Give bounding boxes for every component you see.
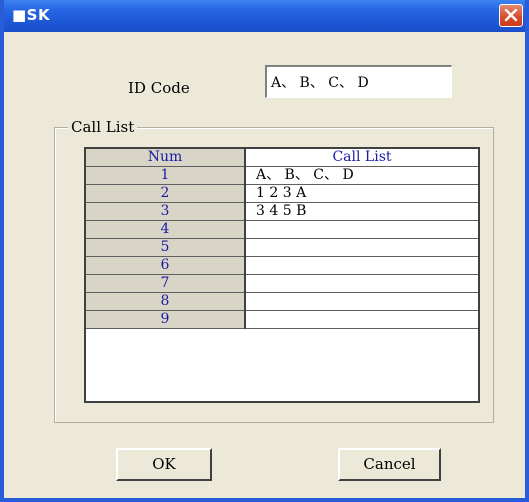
column-header-num[interactable]: Num xyxy=(86,149,246,167)
title-bar[interactable]: ■SK xyxy=(4,0,525,32)
row-call-cell[interactable]: A、 B、 C、 D xyxy=(245,166,478,185)
row-call-cell[interactable] xyxy=(245,310,478,329)
id-code-input[interactable] xyxy=(265,65,452,98)
table-row[interactable]: 7 xyxy=(86,274,478,293)
row-num-cell[interactable]: 9 xyxy=(86,310,246,329)
table-row[interactable]: 6 xyxy=(86,256,478,275)
table-row[interactable]: 2 1 2 3 A xyxy=(86,184,478,203)
call-list-grid[interactable]: Num Call List 1 A、 B、 C、 D 2 1 2 3 A 3 3… xyxy=(84,147,480,403)
row-num-cell[interactable]: 4 xyxy=(86,220,246,239)
row-call-cell[interactable] xyxy=(245,292,478,311)
table-row[interactable]: 3 3 4 5 B xyxy=(86,202,478,221)
row-num-cell[interactable]: 7 xyxy=(86,274,246,293)
table-row[interactable]: 4 xyxy=(86,220,478,239)
cancel-button[interactable]: Cancel xyxy=(338,448,441,481)
row-call-cell[interactable]: 3 4 5 B xyxy=(245,202,478,221)
table-row[interactable]: 1 A、 B、 C、 D xyxy=(86,166,478,185)
column-header-call-list[interactable]: Call List xyxy=(245,149,478,167)
row-num-cell[interactable]: 6 xyxy=(86,256,246,275)
close-icon xyxy=(504,9,518,22)
row-num-cell[interactable]: 8 xyxy=(86,292,246,311)
window-title: ■SK xyxy=(12,6,51,24)
call-list-group-title: Call List xyxy=(68,118,138,136)
row-num-cell[interactable]: 1 xyxy=(86,166,246,185)
close-button[interactable] xyxy=(499,4,523,27)
row-num-cell[interactable]: 5 xyxy=(86,238,246,257)
grid-header-row: Num Call List xyxy=(86,149,478,167)
row-num-cell[interactable]: 2 xyxy=(86,184,246,203)
table-row[interactable]: 9 xyxy=(86,310,478,329)
row-call-cell[interactable] xyxy=(245,220,478,239)
table-row[interactable]: 5 xyxy=(86,238,478,257)
dialog-window: ■SK ID Code Call List Num Call List 1 A、… xyxy=(0,0,529,502)
id-code-label: ID Code xyxy=(128,79,190,97)
row-call-cell[interactable]: 1 2 3 A xyxy=(245,184,478,203)
row-num-cell[interactable]: 3 xyxy=(86,202,246,221)
table-row[interactable]: 8 xyxy=(86,292,478,311)
ok-button[interactable]: OK xyxy=(116,448,212,481)
row-call-cell[interactable] xyxy=(245,274,478,293)
row-call-cell[interactable] xyxy=(245,256,478,275)
row-call-cell[interactable] xyxy=(245,238,478,257)
